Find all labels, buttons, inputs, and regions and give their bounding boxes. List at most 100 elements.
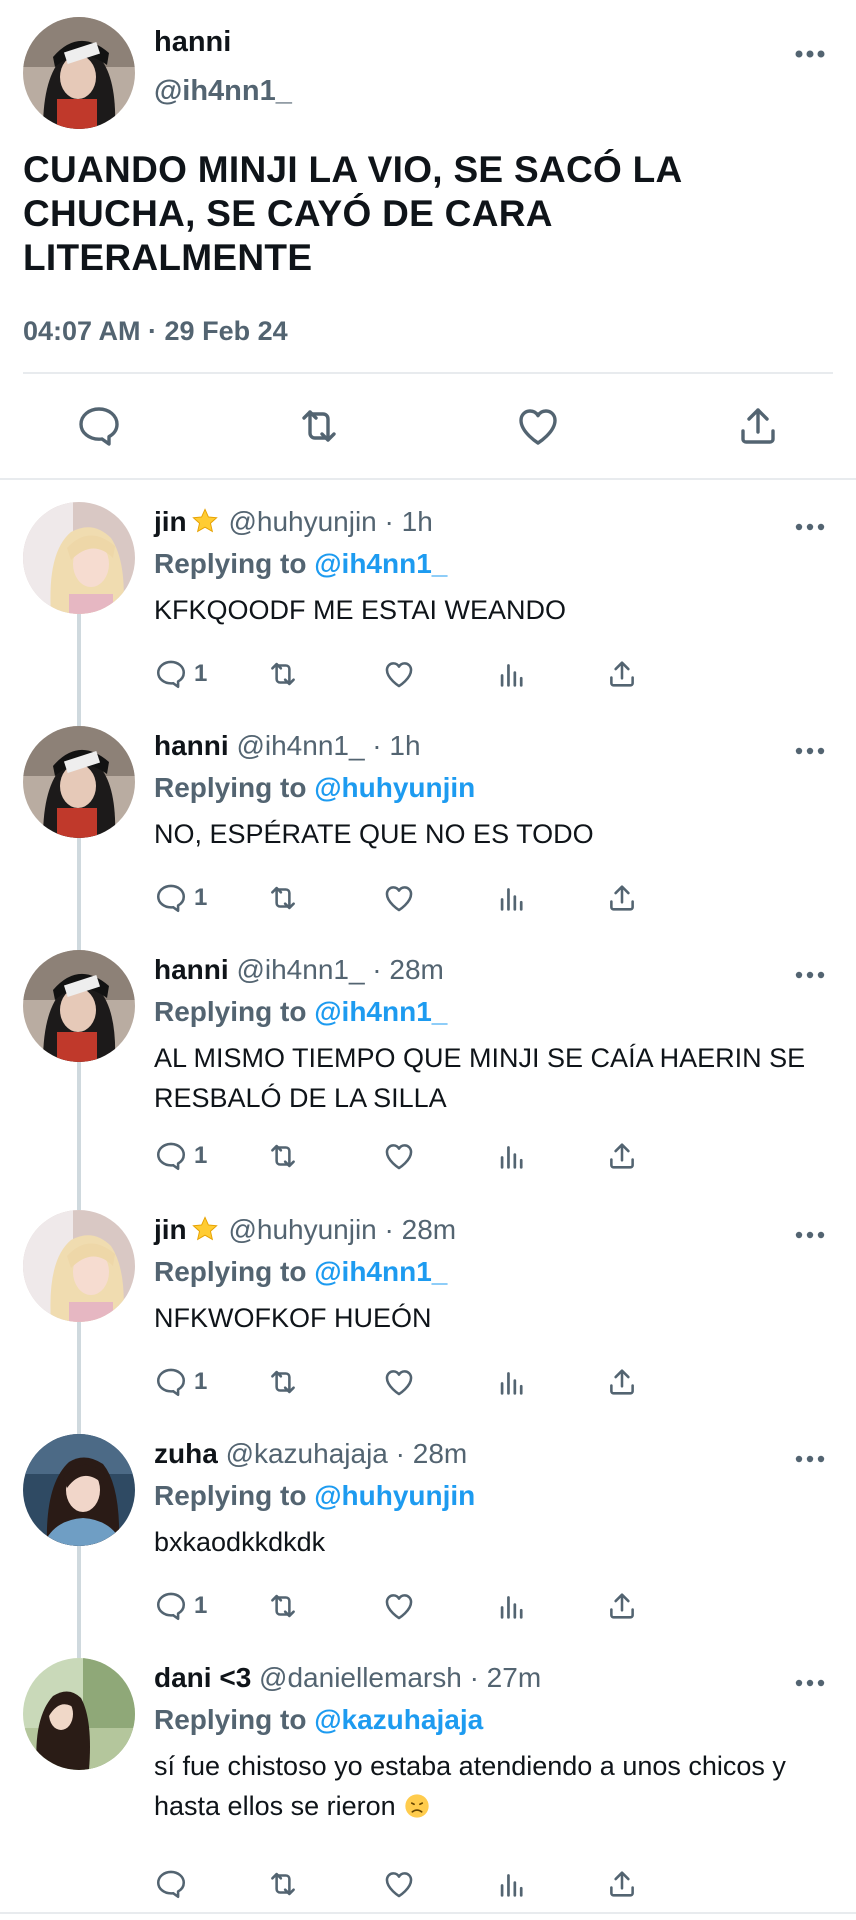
mention-link[interactable]: @ih4nn1_ [314,1256,447,1287]
author-handle-time[interactable]: @ih4nn1_ · 1h [236,730,420,761]
replying-to-label: Replying to [154,1480,307,1511]
reply-tweet: dani <3 @daniellemarsh · 27m Replying to… [0,1646,856,1912]
author-handle-time[interactable]: @huhyunjin · 1h [228,506,432,537]
like-icon[interactable] [382,1136,416,1176]
reply-icon [156,1142,186,1171]
share-icon[interactable] [605,878,639,918]
more-options-icon[interactable] [790,1668,830,1698]
retweet-icon[interactable] [266,1864,300,1904]
author-handle[interactable]: @ih4nn1_ [154,75,292,108]
share-icon[interactable] [605,1136,639,1176]
reply-actions: 1 [154,654,754,694]
reply-icon [156,1592,186,1621]
reply-icon [156,1368,186,1397]
reply-tweet: hanni @ih4nn1_ · 28m Replying to @ih4nn1… [0,938,856,1198]
mention-link[interactable]: @ih4nn1_ [314,996,447,1027]
reply-text: sí fue chistoso yo estaba atendiendo a u… [154,1751,786,1821]
author-handle-time[interactable]: @ih4nn1_ · 28m [236,954,443,985]
replying-to: Replying to @huhyunjin [154,772,475,804]
reply-text: AL MISMO TIEMPO QUE MINJI SE CAÍA HAERIN… [154,1043,806,1113]
like-icon[interactable] [382,1586,416,1626]
views-icon[interactable] [495,1864,529,1904]
avatar[interactable] [23,1210,135,1322]
reply-header: jin @huhyunjin · 28m [154,1214,456,1246]
share-icon[interactable] [605,1362,639,1402]
avatar[interactable] [23,17,135,129]
more-options-icon[interactable] [790,1444,830,1474]
views-icon[interactable] [495,1362,529,1402]
views-icon[interactable] [495,654,529,694]
author-name[interactable]: hanni [154,730,229,761]
replying-to-label: Replying to [154,772,307,803]
disappointed-face-emoji [403,1791,431,1819]
reply-button[interactable]: 1 [154,1136,207,1176]
more-options-icon[interactable] [790,36,830,72]
share-icon[interactable] [605,1864,639,1904]
views-icon[interactable] [495,1586,529,1626]
author-name[interactable]: jin [154,1214,187,1245]
reply-icon [156,1870,186,1899]
avatar[interactable] [23,1434,135,1546]
reply-count: 1 [194,884,208,911]
like-icon[interactable] [382,654,416,694]
like-icon[interactable] [382,1362,416,1402]
reply-count: 1 [194,660,208,687]
views-icon[interactable] [495,878,529,918]
reply-header: jin @huhyunjin · 1h [154,506,433,538]
reply-actions: 1 [154,1362,754,1402]
reply-tweet: zuha @kazuhajaja · 28m Replying to @huhy… [0,1422,856,1646]
author-name[interactable]: hanni [154,26,231,59]
reply-text: bxkaodkkdkdk [154,1527,326,1557]
reply-actions: 1 [154,878,754,918]
views-icon[interactable] [495,1136,529,1176]
author-name[interactable]: hanni [154,954,229,985]
author-handle-time[interactable]: @huhyunjin · 28m [228,1214,456,1245]
retweet-icon[interactable] [266,1136,300,1176]
avatar[interactable] [23,950,135,1062]
star-emoji [191,507,219,535]
retweet-icon[interactable] [266,878,300,918]
share-icon[interactable] [605,1586,639,1626]
replying-to: Replying to @ih4nn1_ [154,1256,447,1288]
reply-text-container: sí fue chistoso yo estaba atendiendo a u… [154,1746,834,1826]
retweet-icon[interactable] [266,1362,300,1402]
retweet-icon[interactable] [266,1586,300,1626]
author-name[interactable]: jin [154,506,187,537]
divider [23,372,833,374]
mention-link[interactable]: @huhyunjin [314,772,475,803]
more-options-icon[interactable] [790,512,830,542]
replying-to: Replying to @huhyunjin [154,1480,475,1512]
reply-button[interactable] [154,1864,194,1904]
more-options-icon[interactable] [790,1220,830,1250]
more-options-icon[interactable] [790,960,830,990]
like-icon[interactable] [382,1864,416,1904]
main-tweet: hanni @ih4nn1_ CUANDO MINJI LA VIO, SE S… [0,0,856,480]
reply-button[interactable]: 1 [154,654,207,694]
retweet-icon[interactable] [295,402,343,450]
reply-button[interactable]: 1 [154,878,207,918]
reply-button[interactable]: 1 [154,1362,207,1402]
share-icon[interactable] [605,654,639,694]
more-options-icon[interactable] [790,736,830,766]
author-name[interactable]: dani <3 [154,1662,251,1693]
like-icon[interactable] [382,878,416,918]
avatar[interactable] [23,1658,135,1770]
reply-header: hanni @ih4nn1_ · 28m [154,954,444,986]
avatar[interactable] [23,502,135,614]
reply-icon[interactable] [75,402,123,450]
tweet-timestamp[interactable]: 04:07 AM · 29 Feb 24 [23,316,288,347]
mention-link[interactable]: @ih4nn1_ [314,548,447,579]
like-icon[interactable] [514,402,562,450]
reply-tweet: jin @huhyunjin · 28m Replying to @ih4nn1… [0,1198,856,1422]
author-handle-time[interactable]: @kazuhajaja · 28m [226,1438,468,1469]
share-icon[interactable] [734,402,782,450]
reply-count: 1 [194,1142,208,1169]
author-handle-time[interactable]: @daniellemarsh · 27m [259,1662,541,1693]
reply-count: 1 [194,1592,208,1619]
avatar[interactable] [23,726,135,838]
reply-button[interactable]: 1 [154,1586,207,1626]
mention-link[interactable]: @huhyunjin [314,1480,475,1511]
author-name[interactable]: zuha [154,1438,218,1469]
mention-link[interactable]: @kazuhajaja [314,1704,483,1735]
retweet-icon[interactable] [266,654,300,694]
